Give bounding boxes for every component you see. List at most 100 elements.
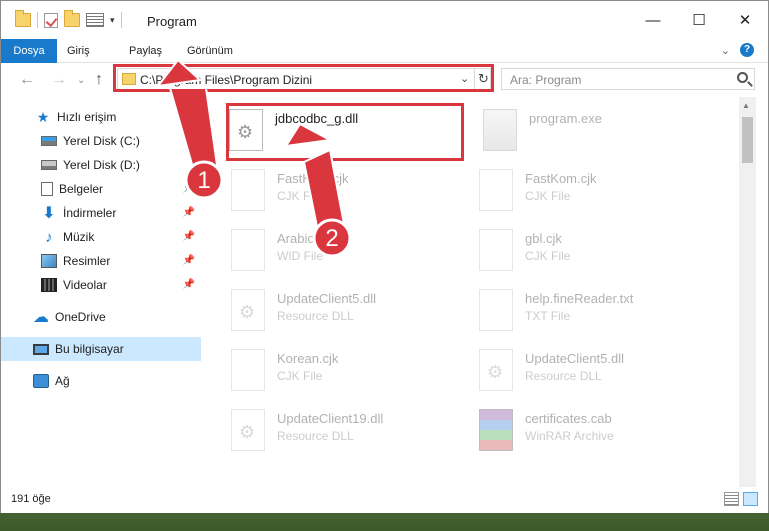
exe-file-icon <box>483 109 517 151</box>
file-type: Resource DLL <box>525 369 602 383</box>
download-icon: ⬇ <box>42 205 56 222</box>
title-bar: ▾ Program — ☐ ✕ <box>1 1 768 39</box>
sidebar-item-disk-d[interactable]: Yerel Disk (D:) <box>1 153 201 177</box>
tab-home[interactable]: Giriş <box>67 39 90 63</box>
properties-check-icon[interactable] <box>44 12 58 28</box>
sidebar-item-label: Belgeler <box>59 182 104 196</box>
file-item[interactable]: gbl.cjk CJK File <box>477 225 717 273</box>
file-icon <box>231 229 265 271</box>
details-view-icon[interactable] <box>724 492 739 506</box>
music-icon: ♪ <box>45 228 53 246</box>
file-name: FastKom.cjk <box>277 171 349 186</box>
sidebar-item-label: Resimler <box>63 254 111 268</box>
file-item[interactable]: Arabic WID File <box>229 225 469 273</box>
sidebar-item-label: Ağ <box>55 374 70 388</box>
quick-access-toolbar: ▾ <box>15 10 122 28</box>
sidebar-item-downloads[interactable]: ⬇ İndirmeler 📌 <box>1 201 201 225</box>
sidebar-item-label: Videolar <box>63 278 107 292</box>
sidebar-item-label: Müzik <box>63 230 95 244</box>
sidebar-item-label: OneDrive <box>55 310 106 324</box>
file-type: WID File <box>277 249 323 263</box>
back-arrow-icon[interactable]: ← <box>19 71 35 89</box>
file-item[interactable]: certificates.cab WinRAR Archive <box>477 405 717 453</box>
up-arrow-icon[interactable]: ↑ <box>95 71 103 89</box>
toolbar-separator <box>37 12 38 28</box>
minimize-button[interactable]: — <box>630 1 676 39</box>
file-type: Resource DLL <box>277 309 354 323</box>
sidebar-item-documents[interactable]: Belgeler 📌 <box>1 177 201 201</box>
maximize-button[interactable]: ☐ <box>676 1 722 39</box>
scroll-up-icon[interactable]: ▲ <box>742 101 750 110</box>
network-icon <box>33 374 49 388</box>
archive-file-icon <box>479 409 513 451</box>
file-icon <box>479 229 513 271</box>
large-icons-view-icon[interactable] <box>743 492 758 506</box>
windows-disk-icon <box>41 136 57 146</box>
file-highlight-box <box>226 103 464 161</box>
text-file-icon <box>479 289 513 331</box>
scrollbar-thumb[interactable] <box>742 117 753 163</box>
navigation-pane: ★ Hızlı erişim Yerel Disk (C:) Yerel Dis… <box>1 97 206 487</box>
sidebar-item-label: Hızlı erişim <box>57 110 117 124</box>
document-icon <box>41 182 53 196</box>
pin-icon[interactable]: 📌 <box>183 279 195 290</box>
file-item[interactable]: program.exe <box>481 105 721 153</box>
star-icon: ★ <box>36 108 50 125</box>
pin-icon[interactable]: 📌 <box>183 207 195 218</box>
sidebar-item-music[interactable]: ♪ Müzik 📌 <box>1 225 201 249</box>
file-item[interactable]: UpdateClient5.dll Resource DLL <box>229 285 469 333</box>
file-item[interactable]: Korean.cjk CJK File <box>229 345 469 393</box>
sidebar-item-this-pc[interactable]: Bu bilgisayar <box>1 337 201 361</box>
sidebar-item-onedrive[interactable]: ☁ OneDrive <box>1 305 201 329</box>
forward-arrow-icon[interactable]: → <box>51 71 67 89</box>
file-type: CJK File <box>525 189 571 203</box>
file-name: help.fineReader.txt <box>525 291 634 306</box>
close-button[interactable]: ✕ <box>722 1 768 39</box>
toolbar-separator <box>120 12 122 28</box>
sidebar-item-label: İndirmeler <box>63 206 117 220</box>
help-icon[interactable]: ? <box>740 43 754 57</box>
sidebar-item-label: Yerel Disk (C:) <box>63 134 140 148</box>
new-folder-icon[interactable] <box>64 10 80 27</box>
file-icon <box>231 349 265 391</box>
file-item[interactable]: UpdateClient5.dll Resource DLL <box>477 345 717 393</box>
file-icon <box>479 169 513 211</box>
pin-icon[interactable]: 📌 <box>183 255 195 266</box>
view-toggles <box>724 492 758 506</box>
sidebar-item-disk-c[interactable]: Yerel Disk (C:) <box>1 129 201 153</box>
sidebar-item-quick-access[interactable]: ★ Hızlı erişim <box>1 105 201 129</box>
file-name: Arabic <box>277 231 314 246</box>
file-item[interactable]: help.fineReader.txt TXT File <box>477 285 717 333</box>
ribbon-tabs: Dosya Giriş Paylaş Görünüm ⌄ ? <box>1 39 768 63</box>
sidebar-item-pictures[interactable]: Resimler 📌 <box>1 249 201 273</box>
tab-view[interactable]: Görünüm <box>187 39 233 63</box>
cloud-icon: ☁ <box>33 309 49 326</box>
ribbon-expand-icon[interactable]: ⌄ <box>721 44 730 57</box>
pin-icon[interactable]: 📌 <box>183 183 195 194</box>
properties-icon[interactable] <box>86 13 104 27</box>
ribbon-help: ⌄ ? <box>721 43 754 57</box>
sidebar-item-label: Yerel Disk (D:) <box>63 158 140 172</box>
file-name: UpdateClient5.dll <box>525 351 625 366</box>
address-highlight-box <box>113 64 494 92</box>
file-item[interactable]: FastKom.cjk CJK File <box>229 165 469 213</box>
videos-icon <box>41 278 57 292</box>
file-type: CJK File <box>277 369 323 383</box>
file-name: UpdateClient19.dll <box>277 411 384 426</box>
file-name: gbl.cjk <box>525 231 562 246</box>
file-type: CJK File <box>277 189 323 203</box>
dll-file-icon <box>231 289 265 331</box>
status-bar: 191 öğe <box>1 487 768 513</box>
sidebar-item-network[interactable]: Ağ <box>1 369 201 393</box>
sidebar-item-videos[interactable]: Videolar 📌 <box>1 273 201 297</box>
file-item[interactable]: UpdateClient19.dll Resource DLL <box>229 405 469 453</box>
file-type: TXT File <box>525 309 571 323</box>
file-item[interactable]: FastKom.cjk CJK File <box>477 165 717 213</box>
search-input[interactable]: Ara: Program <box>501 68 755 90</box>
computer-icon <box>33 343 49 355</box>
recent-locations-icon[interactable]: ⌄ <box>77 75 85 86</box>
pin-icon[interactable]: 📌 <box>183 231 195 242</box>
tab-file[interactable]: Dosya <box>1 39 57 63</box>
customize-toolbar-icon[interactable]: ▾ <box>110 15 115 26</box>
tab-share[interactable]: Paylaş <box>129 39 162 63</box>
